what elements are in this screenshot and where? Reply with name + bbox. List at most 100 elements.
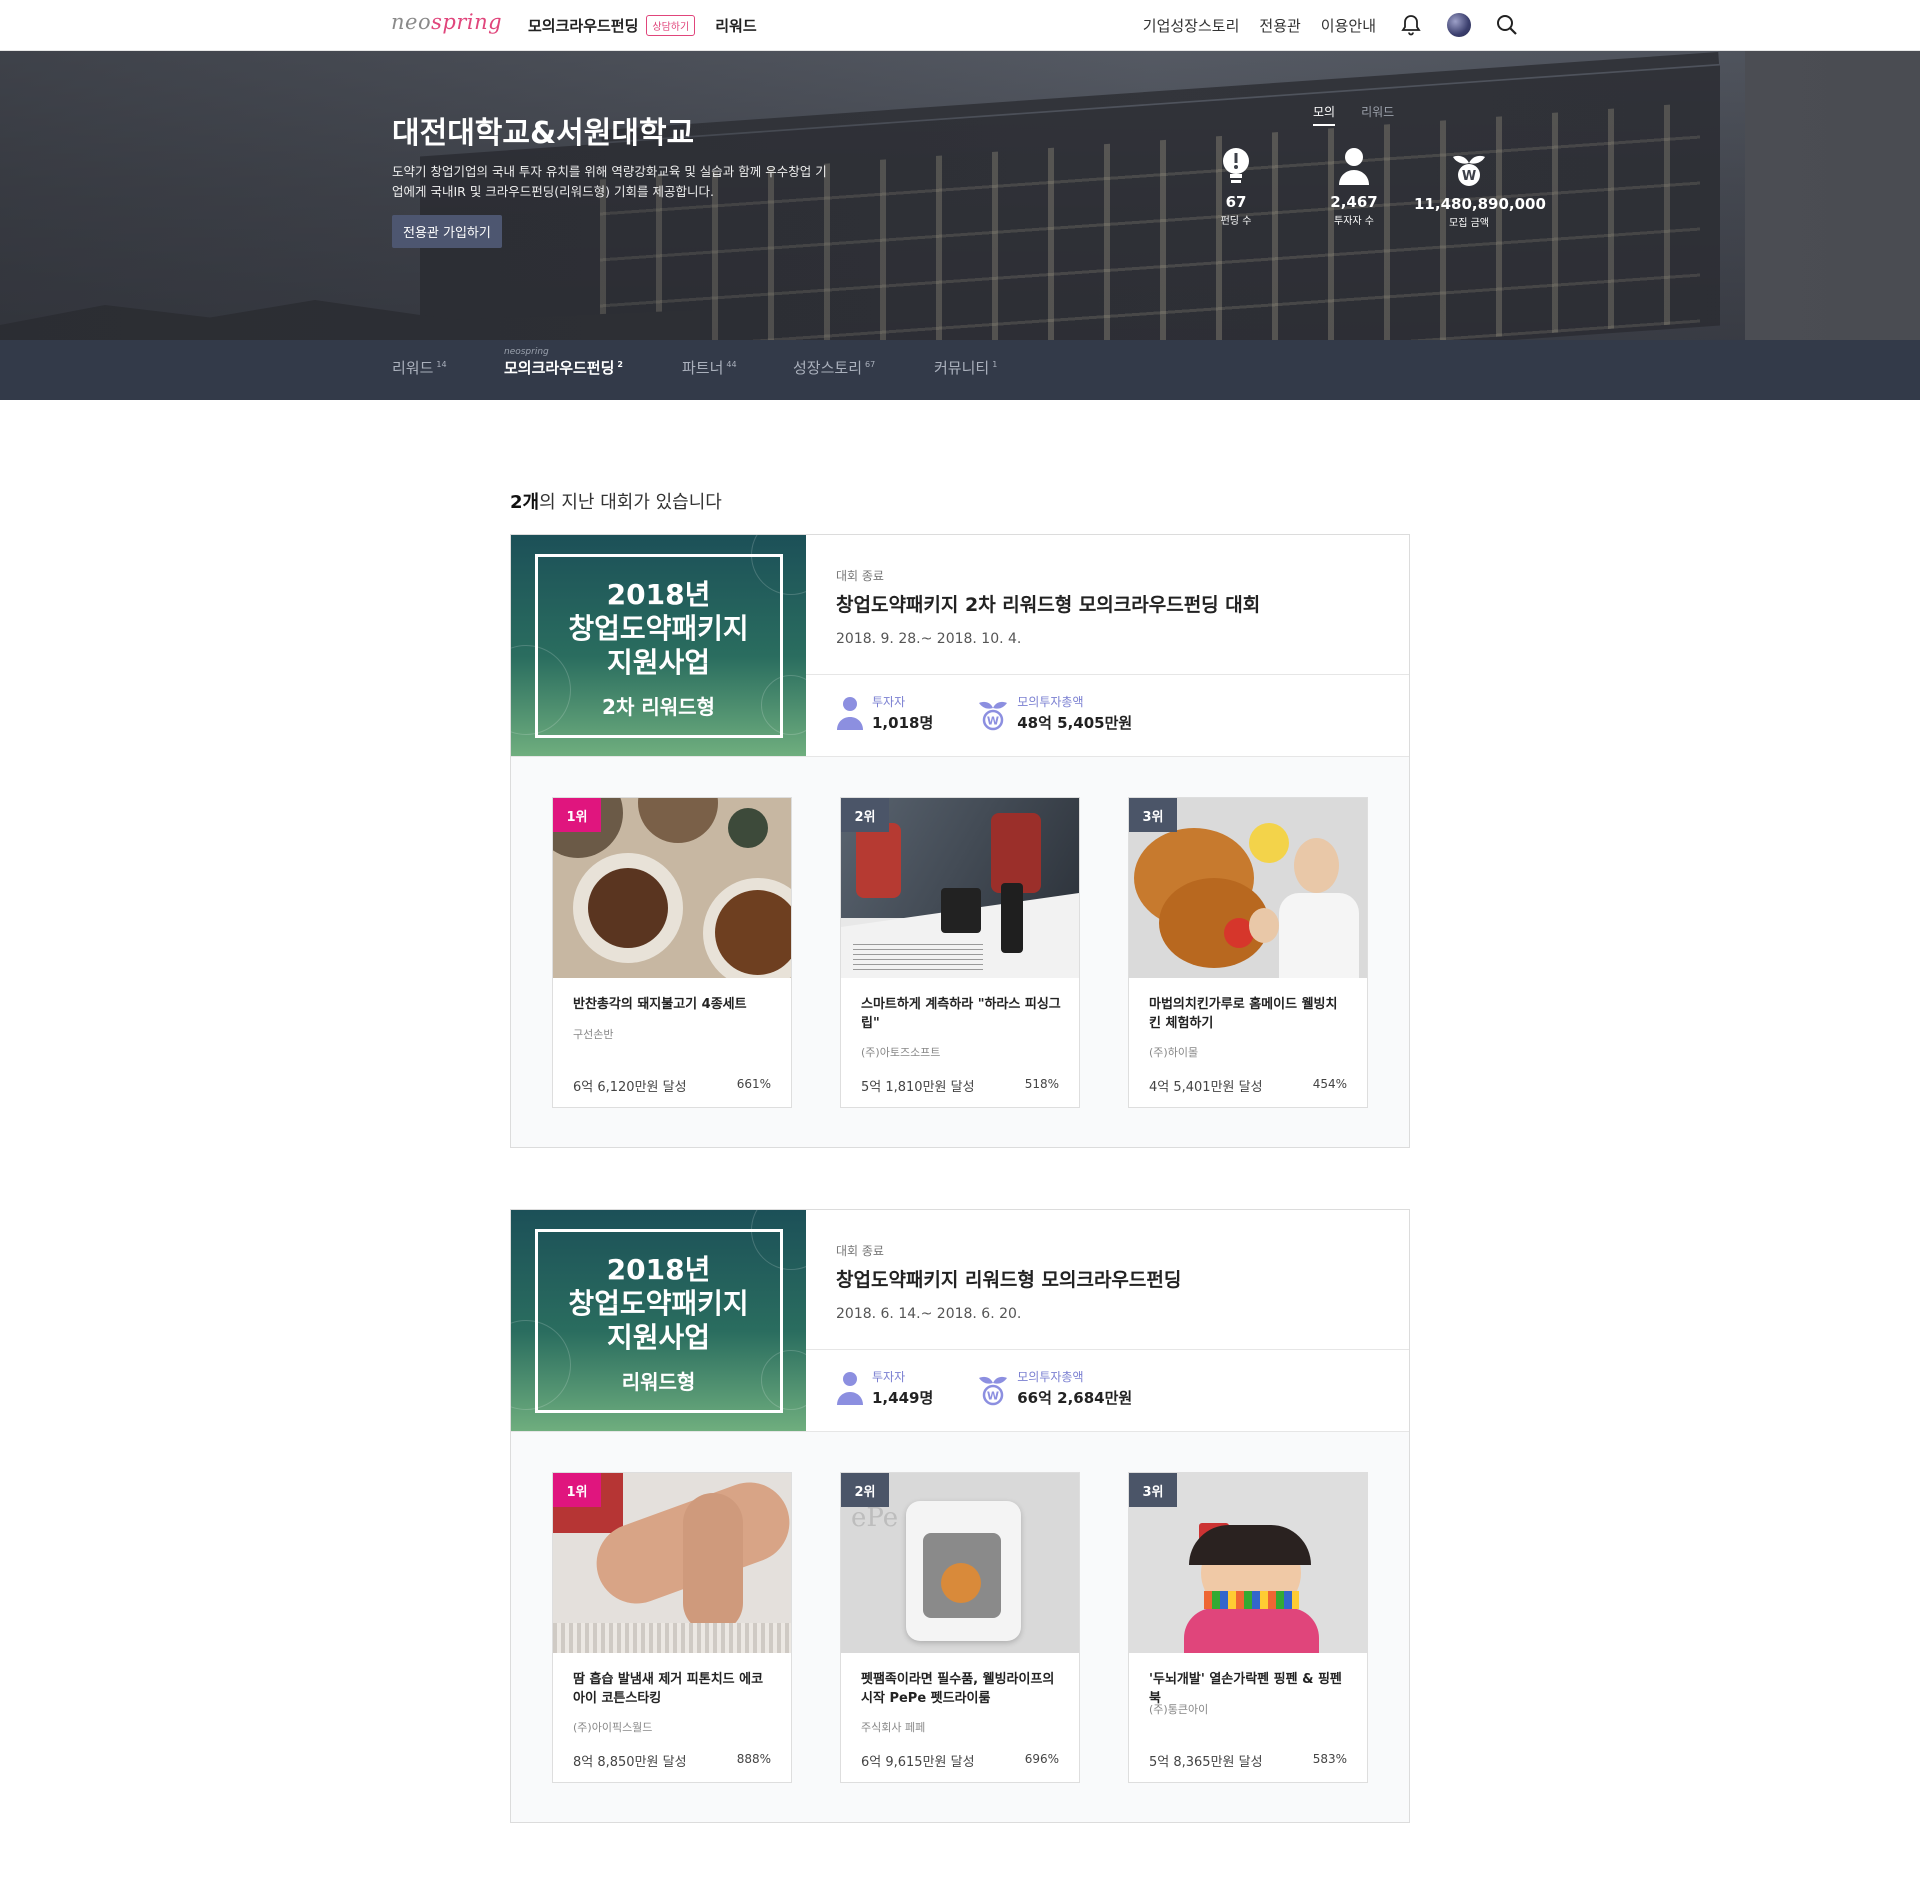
subnav-label: 모의크라우드펀딩 <box>504 359 615 377</box>
svg-text:W: W <box>987 715 999 728</box>
project-card[interactable]: 3위 마법의치킨가루로 홈메이드 웰빙치킨 체험하기 (주)하이몰 4억 5,4… <box>1128 797 1368 1108</box>
investors-stat: 투자자 1,018명 <box>836 693 933 733</box>
subnav-item-growth-story[interactable]: 성장스토리 67 <box>793 357 875 378</box>
stat-label: 투자자 <box>872 695 906 709</box>
project-name[interactable]: 반찬총각의 돼지불고기 4종세트 <box>573 995 773 1014</box>
subnav-item-partner[interactable]: 파트너 44 <box>682 357 737 378</box>
stat-value: 1,449명 <box>872 1389 934 1407</box>
menu-reward[interactable]: 리워드 <box>715 15 756 36</box>
hero-tabs: 모의 리워드 <box>1313 103 1394 126</box>
project-card[interactable]: 1위 반찬총각의 돼지불고기 4종세트 구선손반 6억 6,120만원 달성 6… <box>552 797 792 1108</box>
join-hall-button[interactable]: 전용관 가입하기 <box>392 215 502 248</box>
count-value: 2개 <box>510 492 540 513</box>
subnav-count: 67 <box>865 360 876 369</box>
ranking-cards: 1위 반찬총각의 돼지불고기 4종세트 구선손반 6억 6,120만원 달성 6… <box>511 756 1409 1147</box>
project-name[interactable]: 땀 흡습 발냄새 제거 피톤치드 에코아이 코튼스타킹 <box>573 1670 773 1708</box>
subnav-item-reward[interactable]: 리워드 14 <box>392 357 447 378</box>
menu-crowdfunding[interactable]: 모의크라우드펀딩 <box>528 15 638 36</box>
svg-text:W: W <box>987 1390 999 1403</box>
banner-line2: 지원사업 <box>606 1321 711 1354</box>
achieved-percent: 661% <box>736 1077 771 1091</box>
contest-info: 대회 종료 창업도약패키지 2차 리워드형 모의크라우드펀딩 대회 2018. … <box>806 535 1409 756</box>
stat-value: 67 <box>1225 193 1247 211</box>
stat-value: 66억 2,684만원 <box>1017 1389 1133 1407</box>
top-navigation: neospring 모의크라우드펀딩 상담하기 리워드 기업성장스토리 전용관 … <box>0 0 1920 51</box>
link-growth-story[interactable]: 기업성장스토리 <box>1143 15 1240 36</box>
subnav-label: 성장스토리 <box>793 359 863 377</box>
contest-stats: 투자자 1,018명 W 모의투자총액 48억 5,405만원 <box>806 675 1409 733</box>
stat-funding-count: 67 펀딩 수 <box>1206 147 1266 227</box>
rank-badge: 2위 <box>841 1473 889 1507</box>
link-guide[interactable]: 이용안내 <box>1321 15 1376 36</box>
achieved-amount: 6억 6,120만원 달성 <box>573 1080 687 1095</box>
company-name: (주)아토즈소프트 <box>861 1046 941 1059</box>
stat-value: 2,467 <box>1330 193 1378 211</box>
achieved-amount: 5억 8,365만원 달성 <box>1149 1755 1263 1770</box>
person-icon <box>837 1372 863 1405</box>
subnav-item-mock-crowdfunding[interactable]: neospring 모의크라우드펀딩 2 <box>504 347 623 378</box>
banner-subtitle: 2차 리워드형 <box>602 695 715 719</box>
rank-badge: 2위 <box>841 798 889 832</box>
project-name[interactable]: 펫팸족이라면 필수품, 웰빙라이프의 시작 PePe 펫드라이룸 <box>861 1670 1061 1708</box>
stat-raised-amount: W 11,480,890,000 모집 금액 <box>1414 147 1546 229</box>
globe-icon[interactable] <box>1446 12 1472 38</box>
contest-title[interactable]: 창업도약패키지 리워드형 모의크라우드펀딩 <box>836 1265 1409 1292</box>
project-card[interactable]: 3위 '두뇌개발' 열손가락펜 핑펜 & 핑펜북 (주)통큰아이 5억 8,36… <box>1128 1472 1368 1783</box>
bulb-icon <box>1223 148 1249 183</box>
contest-period: 2018. 6. 14.~ 2018. 6. 20. <box>836 1306 1022 1322</box>
contest-card[interactable]: 2018년 창업도약패키지 지원사업 리워드형 대회 종료 창업도약패키지 리워… <box>510 1209 1410 1823</box>
hero-overlay <box>0 51 1920 340</box>
subnav-count: 2 <box>617 360 623 369</box>
subnav-item-community[interactable]: 커뮤니티 1 <box>934 357 997 378</box>
stat-value: 11,480,890,000 <box>1414 195 1546 213</box>
neospring-logo[interactable]: neospring <box>391 10 502 34</box>
project-card[interactable]: 2위 스마트하게 계측하라 "하라스 피싱그립" (주)아토즈소프트 5억 1,… <box>840 797 1080 1108</box>
subnav-label: 리워드 <box>392 359 434 377</box>
project-name[interactable]: 스마트하게 계측하라 "하라스 피싱그립" <box>861 995 1061 1033</box>
person-icon <box>837 697 863 730</box>
logo-prefix: neo <box>391 10 432 34</box>
tab-mock[interactable]: 모의 <box>1313 103 1336 126</box>
bell-icon[interactable] <box>1398 12 1424 38</box>
search-icon[interactable] <box>1494 12 1520 38</box>
subnav-tag: neospring <box>504 347 549 357</box>
achieved-percent: 696% <box>1024 1752 1059 1766</box>
link-exclusive-hall[interactable]: 전용관 <box>1259 15 1300 36</box>
contest-card[interactable]: 2018년 창업도약패키지 지원사업 2차 리워드형 대회 종료 창업도약패키지… <box>510 534 1410 1148</box>
contest-info: 대회 종료 창업도약패키지 리워드형 모의크라우드펀딩 2018. 6. 14.… <box>806 1210 1409 1431</box>
rank-badge: 3위 <box>1129 798 1177 832</box>
stat-label: 모의투자총액 <box>1017 1370 1084 1384</box>
count-text: 의 지난 대회가 있습니다 <box>539 492 722 513</box>
company-name: 구선손반 <box>573 1028 614 1041</box>
hall-title: 대전대학교&서원대학교 <box>392 116 695 151</box>
stat-value: 1,018명 <box>872 714 934 732</box>
consult-badge[interactable]: 상담하기 <box>646 14 696 36</box>
contest-title[interactable]: 창업도약패키지 2차 리워드형 모의크라우드펀딩 대회 <box>836 590 1409 617</box>
achieved-amount: 5억 1,810만원 달성 <box>861 1080 975 1095</box>
project-card[interactable]: ePe 2위 펫팸족이라면 필수품, 웰빙라이프의 시작 PePe 펫드라이룸 … <box>840 1472 1080 1783</box>
contest-header: 대회 종료 창업도약패키지 2차 리워드형 모의크라우드펀딩 대회 2018. … <box>806 535 1409 675</box>
coin-sprout-icon: W <box>979 701 1008 731</box>
total-amount-stat: W 모의투자총액 48억 5,405만원 <box>977 693 1132 733</box>
coin-sprout-icon: W <box>979 1376 1008 1406</box>
person-icon <box>1339 148 1369 185</box>
stat-label: 펀딩 수 <box>1220 216 1252 227</box>
rank-badge: 1위 <box>553 1473 601 1507</box>
contest-header: 대회 종료 창업도약패키지 리워드형 모의크라우드펀딩 2018. 6. 14.… <box>806 1210 1409 1350</box>
project-card[interactable]: 1위 땀 흡습 발냄새 제거 피톤치드 에코아이 코튼스타킹 (주)아이픽스월드… <box>552 1472 792 1783</box>
hall-sub-navigation: 리워드 14 neospring 모의크라우드펀딩 2 파트너 44 성장스토리 67 커… <box>0 340 1920 400</box>
stat-label: 투자자 수 <box>1334 216 1374 227</box>
achieved-percent: 518% <box>1024 1077 1059 1091</box>
svg-text:W: W <box>1462 169 1476 184</box>
tab-reward[interactable]: 리워드 <box>1361 103 1394 126</box>
logo-suffix: spring <box>431 10 503 34</box>
contest-banner: 2018년 창업도약패키지 지원사업 리워드형 <box>511 1210 806 1431</box>
stat-investor-count: 2,467 투자자 수 <box>1322 147 1386 227</box>
stat-label: 모집 금액 <box>1449 218 1489 229</box>
ranking-cards: 1위 땀 흡습 발냄새 제거 피톤치드 에코아이 코튼스타킹 (주)아이픽스월드… <box>511 1431 1409 1822</box>
achieved-amount: 8억 8,850만원 달성 <box>573 1755 687 1770</box>
project-name[interactable]: 마법의치킨가루로 홈메이드 웰빙치킨 체험하기 <box>1149 995 1349 1033</box>
achieved-percent: 888% <box>736 1752 771 1766</box>
achieved-percent: 454% <box>1312 1077 1347 1091</box>
subnav-label: 커뮤니티 <box>934 359 990 377</box>
